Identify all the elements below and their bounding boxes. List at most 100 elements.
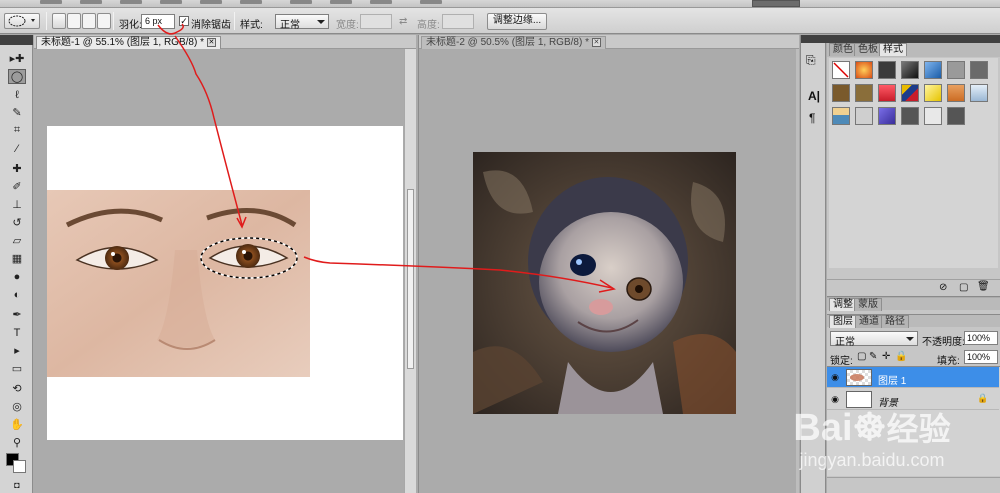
layer-row-1[interactable]: ◉ 图层 1 [827,367,999,388]
background-color-swatch[interactable] [13,460,26,473]
swap-dimensions-icon[interactable]: ⇄ [399,16,407,27]
history-brush-tool-icon[interactable]: ↺ [8,215,26,230]
style-swatch[interactable] [855,107,873,125]
menu-item[interactable] [370,0,392,4]
antialias-checkbox[interactable]: ✓ [179,16,189,26]
style-swatch[interactable] [855,61,873,79]
style-swatch[interactable] [947,107,965,125]
document-tab-1[interactable]: 未标题-1 @ 55.1% (图层 1, RGB/8) * ✕ [36,36,221,49]
lock-pixels-icon[interactable]: ✎ [869,351,877,362]
tab-color[interactable]: 颜色 [829,43,857,56]
3d-orbit-tool-icon[interactable]: ◎ [8,399,26,414]
vertical-scrollbar-1[interactable] [404,49,416,493]
dodge-tool-icon[interactable]: ◐ [8,287,26,302]
style-swatch[interactable] [924,84,942,102]
blend-mode-select[interactable]: 正常 [830,331,918,348]
feather-input[interactable]: 6 px [141,14,175,29]
close-icon[interactable]: ✕ [591,37,601,47]
style-none[interactable] [832,61,850,79]
document-tab-2[interactable]: 未标题-2 @ 50.5% (图层 1, RGB/8) * ✕ [421,36,606,49]
menu-item[interactable] [240,0,262,4]
eye-icon[interactable]: ◉ [830,394,840,404]
spot-healing-tool-icon[interactable]: ✚ [8,161,26,176]
fill-input[interactable]: 100% [964,350,998,364]
menu-item[interactable] [290,0,312,4]
lock-transparent-icon[interactable]: ▢ [857,351,866,362]
hand-tool-icon[interactable]: ✋ [8,417,26,432]
tab-swatches[interactable]: 色板 [854,43,882,56]
height-input[interactable] [442,14,474,29]
tab-masks[interactable]: 蒙版 [854,298,882,311]
style-swatch[interactable] [855,84,873,102]
dock-grip[interactable] [801,35,827,43]
style-swatch[interactable] [878,107,896,125]
menu-item[interactable] [160,0,182,4]
style-swatch[interactable] [901,61,919,79]
3d-rotate-tool-icon[interactable]: ⟲ [8,381,26,396]
blur-tool-icon[interactable]: ● [8,269,26,284]
width-input[interactable] [360,14,392,29]
lasso-tool-icon[interactable]: ℓ [8,87,26,102]
character-panel-icon[interactable]: A| [808,89,820,103]
tab-layers[interactable]: 图层 [829,315,857,328]
crop-tool-icon[interactable]: ⌗ [8,123,26,138]
paragraph-panel-icon[interactable]: ¶ [809,111,815,125]
tab-adjustments[interactable]: 调整 [829,298,857,311]
style-swatch[interactable] [970,61,988,79]
clear-style-icon[interactable]: ⊘ [939,282,947,293]
pen-tool-icon[interactable]: ✒ [8,307,26,322]
intersect-selection-button[interactable] [97,13,111,29]
delete-style-icon[interactable]: 🗑 [977,281,990,292]
style-swatch[interactable] [878,84,896,102]
path-selection-tool-icon[interactable]: ▸ [8,343,26,358]
style-swatch[interactable] [947,61,965,79]
workspace-switcher[interactable] [752,0,800,7]
eraser-tool-icon[interactable]: ▱ [8,233,26,248]
menu-item[interactable] [120,0,142,4]
scrollbar-thumb[interactable] [407,189,414,369]
type-tool-icon[interactable]: T [8,325,26,340]
clone-stamp-tool-icon[interactable]: ⊥ [8,197,26,212]
lock-all-icon[interactable]: 🔒 [895,351,907,362]
menu-item[interactable] [330,0,352,4]
subtract-from-selection-button[interactable] [82,13,96,29]
shape-tool-icon[interactable]: ▭ [8,361,26,376]
menu-item[interactable] [80,0,102,4]
style-swatch[interactable] [970,84,988,102]
marquee-tool-icon[interactable]: ◯ [8,69,26,84]
opacity-input[interactable]: 100% [964,331,998,345]
quick-mask-icon[interactable]: ◘ [8,477,26,492]
new-selection-button[interactable] [52,13,66,29]
style-swatch[interactable] [924,107,942,125]
refine-edge-button[interactable]: 调整边缘... [487,13,547,30]
style-swatch[interactable] [947,84,965,102]
close-icon[interactable]: ✕ [206,37,216,47]
menu-item[interactable] [420,0,442,4]
history-panel-icon[interactable]: ⎘ [806,53,816,68]
new-style-icon[interactable]: ▢ [959,282,968,293]
style-swatch[interactable] [901,84,919,102]
style-swatch[interactable] [878,61,896,79]
style-swatch[interactable] [832,84,850,102]
gradient-tool-icon[interactable]: ▦ [8,251,26,266]
monkey-photo[interactable] [473,152,736,414]
quick-selection-tool-icon[interactable]: ✎ [8,105,26,120]
toolbox-grip[interactable] [0,35,33,45]
tool-preset-picker[interactable] [4,13,40,29]
eye-icon[interactable]: ◉ [830,372,840,382]
move-tool-icon[interactable]: ▸✚ [8,51,26,66]
panel-grip[interactable] [827,35,1000,43]
style-swatch[interactable] [832,107,850,125]
tab-styles[interactable]: 样式 [879,43,907,56]
add-to-selection-button[interactable] [67,13,81,29]
brush-tool-icon[interactable]: ✐ [8,179,26,194]
zoom-tool-icon[interactable]: ⚲ [8,435,26,450]
eyedropper-tool-icon[interactable]: ⁄ [8,141,26,156]
lock-position-icon[interactable]: ✛ [882,351,890,362]
style-swatch[interactable] [901,107,919,125]
style-select[interactable]: 正常 [275,14,329,31]
menu-item[interactable] [40,0,62,4]
style-swatch[interactable] [924,61,942,79]
tab-paths[interactable]: 路径 [881,315,909,328]
menu-item[interactable] [200,0,222,4]
